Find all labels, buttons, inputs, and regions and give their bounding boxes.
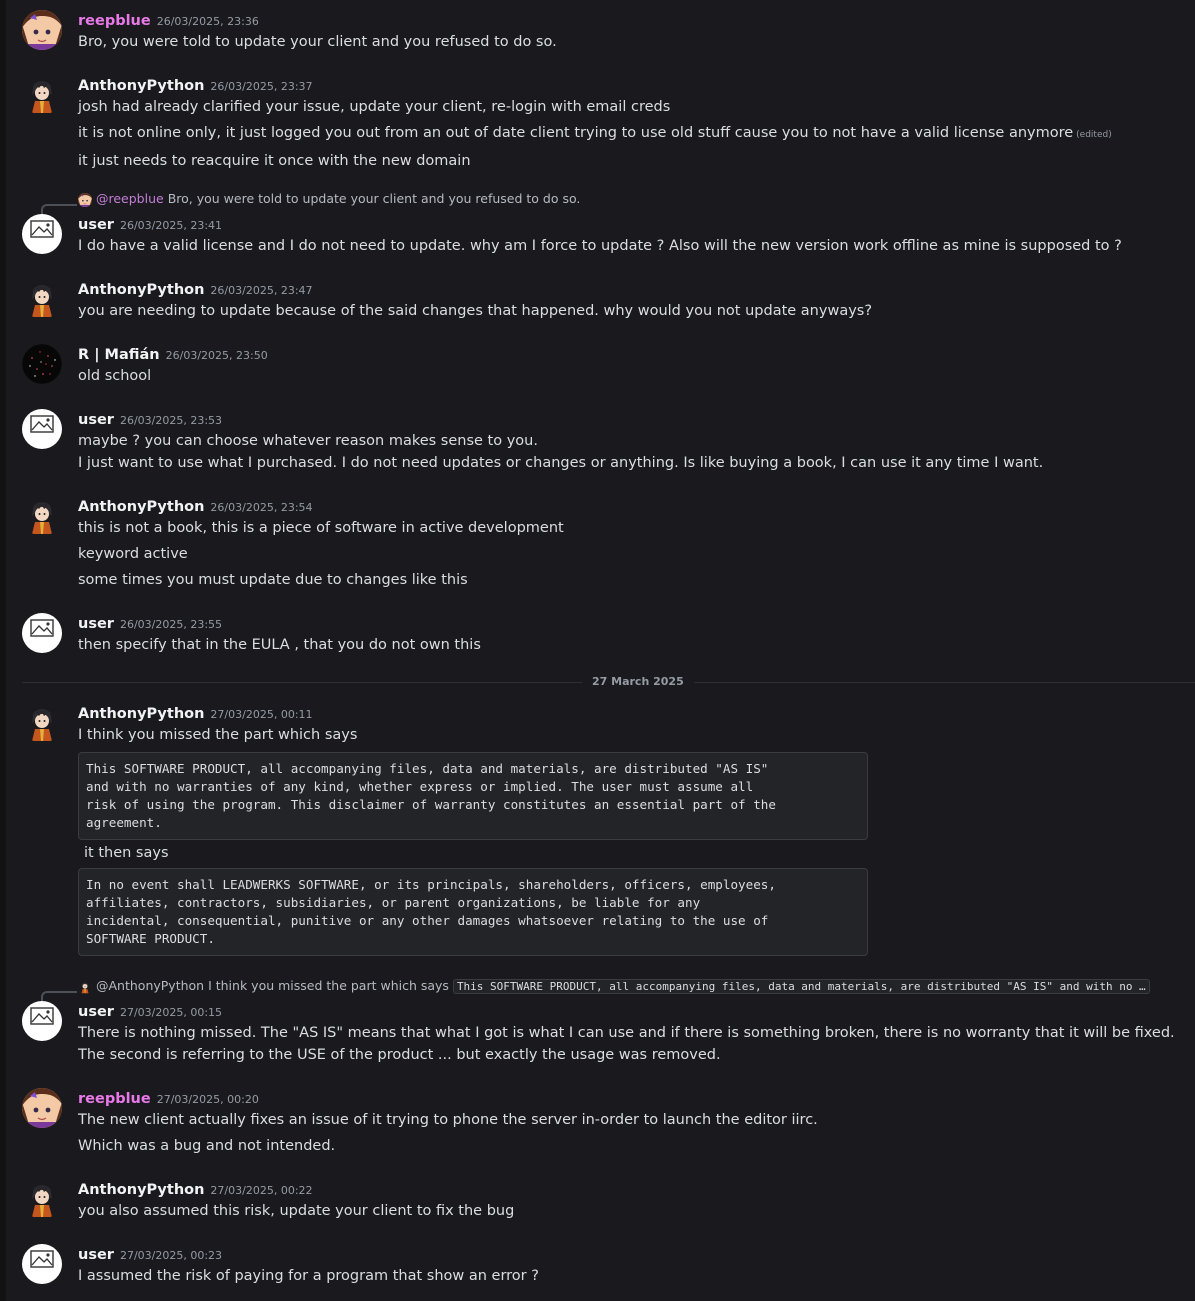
message-text: The new client actually fixes an issue o… bbox=[78, 1112, 818, 1128]
author-name[interactable]: user bbox=[78, 217, 114, 233]
author-name[interactable]: user bbox=[78, 1247, 114, 1263]
reply-text: Bro, you were told to update your client… bbox=[167, 191, 581, 206]
timestamp: 26/03/2025, 23:55 bbox=[119, 618, 223, 631]
user-avatar[interactable] bbox=[22, 344, 62, 384]
edited-marker: (edited) bbox=[1076, 130, 1112, 140]
message-text: I do have a valid license and I do not n… bbox=[78, 238, 1122, 254]
timestamp: 26/03/2025, 23:37 bbox=[210, 80, 313, 93]
timestamp: 26/03/2025, 23:47 bbox=[210, 284, 313, 297]
user-avatar[interactable] bbox=[22, 703, 62, 743]
author-name[interactable]: AnthonyPython bbox=[78, 282, 204, 298]
author-name[interactable]: user bbox=[78, 1004, 114, 1020]
message-text: I think you missed the part which says bbox=[78, 727, 358, 743]
author-name[interactable]: reepblue bbox=[78, 1091, 151, 1107]
author-name[interactable]: AnthonyPython bbox=[78, 1182, 204, 1198]
author-name[interactable]: AnthonyPython bbox=[78, 499, 204, 515]
reply-avatar bbox=[78, 979, 92, 994]
user-avatar[interactable] bbox=[22, 613, 62, 653]
message-text: old school bbox=[78, 368, 152, 384]
reply-preview[interactable]: @AnthonyPython I think you missed the pa… bbox=[78, 977, 1150, 995]
message-text: There is nothing missed. The "AS IS" mea… bbox=[78, 1025, 1175, 1041]
author-name[interactable]: AnthonyPython bbox=[78, 706, 204, 722]
message-text: it just needs to reacquire it once with … bbox=[78, 153, 471, 169]
author-name[interactable]: R | Mafián bbox=[78, 347, 160, 363]
user-avatar[interactable] bbox=[22, 279, 62, 319]
message-text: I just want to use what I purchased. I d… bbox=[78, 455, 1044, 471]
user-avatar[interactable] bbox=[22, 409, 62, 449]
timestamp: 26/03/2025, 23:53 bbox=[119, 414, 223, 427]
reply-mention[interactable]: @reepblue bbox=[96, 191, 164, 206]
timestamp: 27/03/2025, 00:22 bbox=[210, 1184, 313, 1197]
timestamp: 26/03/2025, 23:50 bbox=[165, 349, 268, 362]
reply-mention[interactable]: @AnthonyPython bbox=[96, 978, 204, 993]
code-block: In no event shall LEADWERKS SOFTWARE, or… bbox=[78, 868, 868, 956]
message-text: Which was a bug and not intended. bbox=[78, 1138, 336, 1154]
message-text: some times you must update due to change… bbox=[78, 572, 468, 588]
user-avatar[interactable] bbox=[22, 1001, 62, 1041]
message-text: it is not online only, it just logged yo… bbox=[78, 125, 1112, 141]
timestamp: 26/03/2025, 23:41 bbox=[119, 219, 223, 232]
author-name[interactable]: AnthonyPython bbox=[78, 78, 204, 94]
message-text: The second is referring to the USE of th… bbox=[78, 1047, 721, 1063]
timestamp: 26/03/2025, 23:36 bbox=[156, 15, 259, 28]
date-divider: 27 March 2025 bbox=[22, 675, 1195, 688]
author-name[interactable]: reepblue bbox=[78, 13, 151, 29]
message-text: this is not a book, this is a piece of s… bbox=[78, 520, 564, 536]
message-text: Bro, you were told to update your client… bbox=[78, 34, 557, 50]
reply-preview[interactable]: @reepblue Bro, you were told to update y… bbox=[78, 190, 580, 208]
user-avatar[interactable] bbox=[22, 496, 62, 536]
message-text: you also assumed this risk, update your … bbox=[78, 1203, 515, 1219]
message-text: keyword active bbox=[78, 546, 188, 562]
timestamp: 27/03/2025, 00:23 bbox=[119, 1249, 223, 1262]
user-avatar[interactable] bbox=[22, 1179, 62, 1219]
message-text: I assumed the risk of paying for a progr… bbox=[78, 1268, 539, 1284]
user-avatar[interactable] bbox=[22, 1088, 62, 1128]
message-text: you are needing to update because of the… bbox=[78, 303, 873, 319]
author-name[interactable]: user bbox=[78, 616, 114, 632]
timestamp: 26/03/2025, 23:54 bbox=[210, 501, 313, 514]
code-block: This SOFTWARE PRODUCT, all accompanying … bbox=[78, 752, 868, 840]
reply-inline-code: This SOFTWARE PRODUCT, all accompanying … bbox=[452, 979, 1150, 994]
user-avatar[interactable] bbox=[22, 1244, 62, 1284]
timestamp: 27/03/2025, 00:15 bbox=[119, 1006, 223, 1019]
user-avatar[interactable] bbox=[22, 75, 62, 115]
author-name[interactable]: user bbox=[78, 412, 114, 428]
message-text: it then says bbox=[84, 845, 169, 861]
timestamp: 27/03/2025, 00:11 bbox=[210, 708, 313, 721]
timestamp: 27/03/2025, 00:20 bbox=[156, 1093, 259, 1106]
date-divider-label: 27 March 2025 bbox=[582, 675, 694, 688]
message-text: then specify that in the EULA , that you… bbox=[78, 637, 481, 653]
reply-avatar bbox=[78, 192, 92, 207]
user-avatar[interactable] bbox=[22, 10, 62, 50]
reply-text: I think you missed the part which says bbox=[208, 978, 449, 993]
message-text: maybe ? you can choose whatever reason m… bbox=[78, 433, 538, 449]
chat-log: reepblue 26/03/2025, 23:36 Bro, you were … bbox=[0, 0, 1195, 1301]
message-text: josh had already clarified your issue, u… bbox=[78, 99, 671, 115]
user-avatar[interactable] bbox=[22, 214, 62, 254]
